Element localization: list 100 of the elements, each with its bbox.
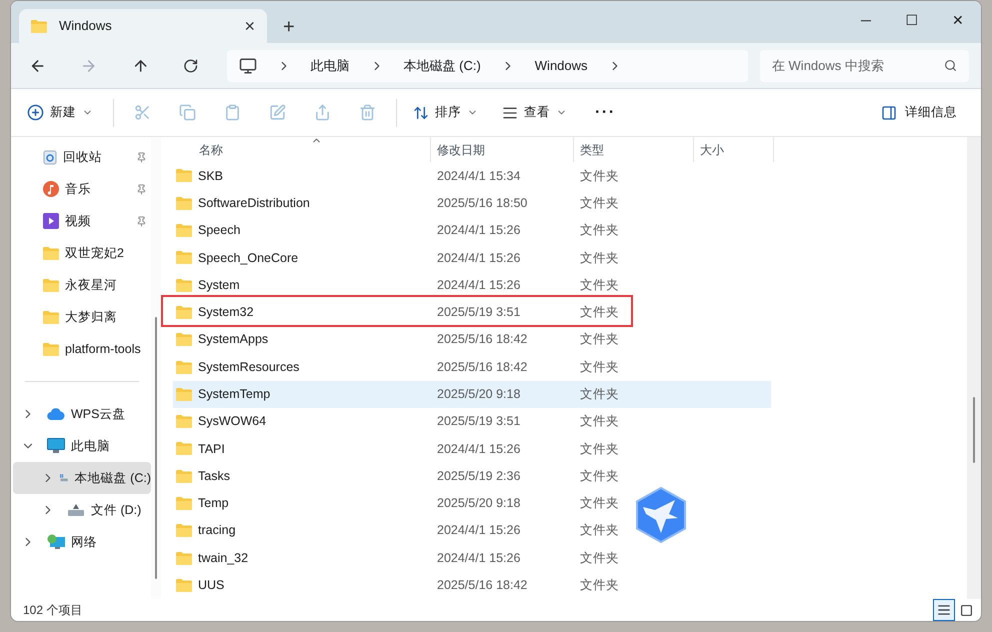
nav-item[interactable]: 永夜星河: [13, 269, 151, 301]
folder-icon: [176, 552, 192, 565]
file-type: 文件夹: [579, 550, 620, 567]
nav-label: 音乐: [65, 180, 92, 198]
window-control-button[interactable]: ☐: [889, 5, 935, 35]
modified-date: 2025/5/16 18:42: [436, 358, 528, 376]
breadcrumb-item[interactable]: Windows: [534, 56, 588, 76]
nav-label: 网络: [71, 534, 97, 551]
file-type: 文件夹: [579, 468, 620, 485]
file-row[interactable]: Tasks 2025/5/19 2:36 文件夹: [173, 462, 771, 490]
pin-icon[interactable]: [136, 216, 147, 226]
scrollbar-thumb[interactable]: [155, 317, 157, 579]
file-name: SystemResources: [198, 358, 300, 376]
file-name: twain_32: [198, 550, 248, 567]
refresh-icon[interactable]: [183, 58, 198, 74]
nav-item[interactable]: 大梦归离: [13, 301, 151, 333]
file-row[interactable]: SystemTemp 2025/5/20 9:18 文件夹: [173, 380, 771, 408]
file-name: SystemApps: [198, 331, 268, 348]
file-row[interactable]: tracing 2024/4/1 15:26 文件夹: [173, 517, 771, 544]
nav-item[interactable]: 文件 (D:): [13, 494, 151, 526]
nav-item[interactable]: platform-tools: [13, 333, 151, 365]
column-header[interactable]: 类型: [574, 137, 694, 162]
file-name: Temp: [198, 495, 229, 512]
scrollbar-thumb[interactable]: [973, 397, 975, 463]
nav-item[interactable]: WPS云盘: [13, 398, 151, 430]
new-tab-button[interactable]: +: [283, 17, 295, 37]
folder-icon: [176, 169, 192, 182]
folder-icon: [176, 196, 192, 210]
folder-icon: [176, 470, 192, 483]
folder-icon: [176, 360, 192, 374]
pane-icon: [881, 104, 897, 120]
recycle-bin-icon: [43, 149, 57, 165]
file-type: 文件夹: [579, 168, 620, 185]
file-type: 文件夹: [579, 440, 620, 458]
file-name: SystemTemp: [198, 386, 270, 403]
folder-icon: [176, 388, 192, 401]
column-header[interactable]: 修改日期: [431, 137, 574, 162]
sort-button[interactable]: 排序: [413, 103, 478, 122]
nav-item[interactable]: 双世宠妃2: [13, 237, 151, 269]
file-type: 文件夹: [579, 331, 620, 348]
pin-icon[interactable]: [136, 184, 147, 194]
file-name: Tasks: [198, 468, 230, 485]
nav-item[interactable]: 回收站: [13, 141, 151, 173]
window-control-button[interactable]: ─: [843, 5, 889, 35]
file-row[interactable]: SoftwareDistribution 2025/5/16 18:50 文件夹: [173, 190, 771, 217]
file-row[interactable]: TAPI 2024/4/1 15:26 文件夹: [173, 435, 771, 463]
file-row[interactable]: SystemApps 2025/5/16 18:42 文件夹: [173, 326, 771, 354]
breadcrumb-item[interactable]: 本地磁盘 (C:): [404, 56, 481, 76]
details-pane-button[interactable]: 详细信息: [881, 103, 957, 122]
file-type: 文件夹: [579, 495, 620, 512]
file-type: 文件夹: [579, 250, 620, 266]
network-icon: [47, 534, 65, 550]
nav-label: platform-tools: [65, 340, 142, 358]
modified-date: 2025/5/19 2:36: [436, 468, 522, 485]
item-count: 102 个项目: [23, 602, 84, 619]
file-row[interactable]: SysWOW64 2025/5/19 3:51 文件夹: [173, 408, 771, 436]
folder-icon: [176, 415, 192, 428]
hexagon-bird-logo-icon: [635, 487, 687, 543]
video-icon: [43, 213, 59, 229]
file-name: SoftwareDistribution: [198, 194, 310, 212]
tab-title: Windows: [59, 17, 113, 36]
folder-icon: [176, 224, 192, 238]
folder-icon: [176, 442, 192, 456]
nav-item[interactable]: 音乐: [13, 173, 151, 205]
window-control-button[interactable]: ✕: [935, 5, 981, 35]
cloud-icon: [47, 408, 65, 420]
details-view-button[interactable]: [933, 599, 955, 621]
new-button[interactable]: 新建: [23, 103, 97, 122]
more-button[interactable]: ···: [595, 100, 616, 124]
monitor-icon: [47, 438, 65, 454]
nav-item[interactable]: 本地磁盘 (C:): [13, 462, 151, 494]
search-field[interactable]: 在 Windows 中搜索: [760, 50, 970, 82]
file-row[interactable]: System32 2025/5/19 3:51 文件夹: [173, 298, 771, 326]
breadcrumb-item[interactable]: 此电脑: [310, 56, 350, 76]
folder-icon: [43, 342, 59, 356]
nav-item[interactable]: 视频: [13, 205, 151, 237]
column-header[interactable]: 大小: [694, 137, 774, 162]
nav-item[interactable]: 网络: [13, 526, 151, 558]
tab[interactable]: Windows ×: [19, 9, 267, 43]
sort-arrows-icon: [413, 104, 429, 120]
folder-icon: [176, 306, 192, 319]
file-type: 文件夹: [579, 304, 620, 322]
modified-date: 2024/4/1 15:26: [436, 250, 522, 266]
folder-icon: [43, 278, 59, 292]
file-row[interactable]: SKB 2024/4/1 15:34 文件夹: [173, 162, 771, 190]
file-row[interactable]: UUS 2025/5/16 18:42 文件夹: [173, 572, 771, 600]
pin-icon[interactable]: [136, 152, 147, 162]
file-name: Speech_OneCore: [198, 250, 298, 267]
view-button[interactable]: 查看: [502, 103, 567, 122]
modified-date: 2025/5/16 18:50: [436, 194, 528, 212]
file-row[interactable]: Temp 2025/5/20 9:18 文件夹: [173, 490, 771, 518]
close-tab-button[interactable]: ×: [244, 17, 255, 35]
file-row[interactable]: System 2024/4/1 15:26 文件夹: [173, 272, 771, 299]
file-row[interactable]: Speech_OneCore 2024/4/1 15:26 文件夹: [173, 244, 771, 272]
file-row[interactable]: twain_32 2024/4/1 15:26 文件夹: [173, 544, 771, 572]
nav-item[interactable]: 此电脑: [13, 430, 151, 462]
file-name: SKB: [198, 168, 224, 185]
file-row[interactable]: SystemResources 2025/5/16 18:42 文件夹: [173, 353, 771, 381]
file-row[interactable]: Speech 2024/4/1 15:26 文件夹: [173, 216, 771, 244]
column-header[interactable]: 名称: [173, 137, 431, 162]
